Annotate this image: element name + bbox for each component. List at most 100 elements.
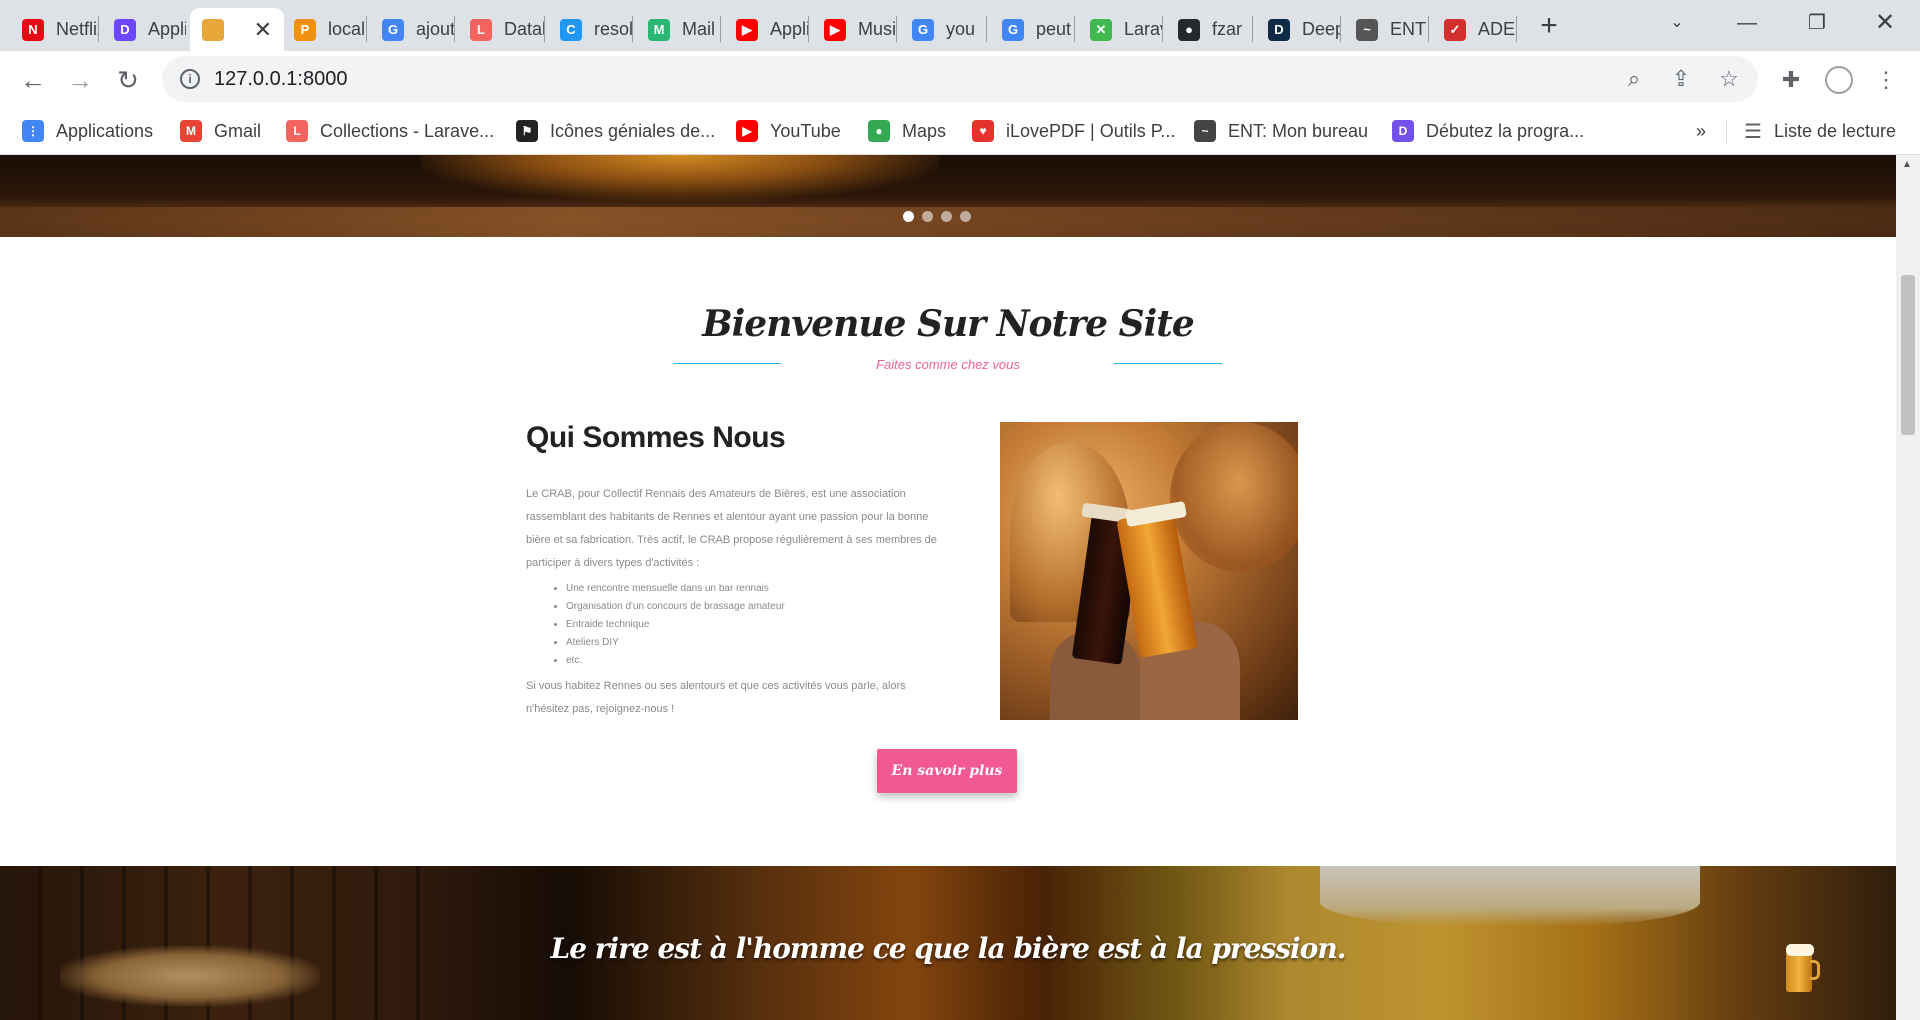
bookmark-item[interactable]: M Gmail bbox=[180, 117, 261, 145]
tab[interactable]: ● fzar bbox=[1166, 8, 1252, 51]
laravel-icon: L bbox=[286, 120, 308, 142]
site-info-icon[interactable]: i bbox=[180, 69, 200, 89]
list-item: Organisation d'un concours de brassage a… bbox=[566, 598, 946, 616]
tab-search-icon[interactable]: ⌄ bbox=[1654, 6, 1700, 40]
profile-avatar[interactable] bbox=[1822, 63, 1856, 97]
welcome-subtitle: Faites comme chez vous bbox=[876, 357, 1020, 372]
forward-icon[interactable]: → bbox=[63, 63, 97, 97]
about-text: Le CRAB, pour Collectif Rennais des Amat… bbox=[526, 488, 937, 569]
bookmark-item[interactable]: ⚑ Icônes géniales de... bbox=[516, 117, 715, 145]
reading-list-button[interactable]: ☰ Liste de lecture bbox=[1744, 117, 1896, 145]
tab-strip: NNetflix D Applications ✕ PlocalhostGajouter… bbox=[0, 0, 1920, 51]
more-info-button[interactable]: En savoir plus bbox=[877, 749, 1017, 793]
back-icon[interactable]: ← bbox=[16, 63, 50, 97]
google-icon: G bbox=[1002, 18, 1024, 41]
tab-label: Music bbox=[858, 19, 896, 39]
bookmark-item[interactable]: ▶ YouTube bbox=[736, 117, 841, 145]
bookmarks-bar: ⋮ Applications M Gmail L Collections - Larave… bbox=[0, 108, 1920, 155]
extensions-icon[interactable]: ✚ bbox=[1774, 63, 1808, 97]
openclassrooms-icon: D bbox=[1392, 120, 1414, 142]
youtube-icon: ▶ bbox=[736, 18, 758, 41]
bookmark-item[interactable]: ⋮ Applications bbox=[22, 117, 153, 145]
close-window-icon[interactable]: ✕ bbox=[1862, 6, 1908, 40]
bookmark-star-icon[interactable]: ☆ bbox=[1716, 66, 1742, 92]
tab[interactable]: ✕ Laravel bbox=[1078, 8, 1162, 51]
page-viewport: Bienvenue Sur Notre Site Faites comme ch… bbox=[0, 155, 1896, 1020]
tab[interactable]: D Deep bbox=[1256, 8, 1340, 51]
tab[interactable]: Gyou bbox=[900, 8, 986, 51]
youtube-icon: ▶ bbox=[824, 18, 846, 41]
tab[interactable]: M Mail bbox=[636, 8, 720, 51]
close-tab-icon[interactable]: ✕ bbox=[254, 17, 272, 43]
gmail-icon: M bbox=[180, 120, 202, 142]
bookmark-item[interactable]: D Débutez la progra... bbox=[1392, 117, 1584, 145]
bookmark-item[interactable]: ● Maps bbox=[868, 117, 946, 145]
activities-list: Une rencontre mensuelle dans un bar renn… bbox=[526, 580, 946, 670]
zoom-icon[interactable]: ⌕ bbox=[1621, 66, 1647, 92]
tab[interactable]: Plocalhost bbox=[282, 8, 366, 51]
bookmark-label: Gmail bbox=[214, 120, 262, 141]
tab-label: Deep bbox=[1302, 19, 1340, 39]
slider-dot[interactable] bbox=[922, 211, 933, 222]
tab-label: ADE bbox=[1478, 19, 1516, 39]
apps-grid-icon: ⋮ bbox=[22, 120, 44, 142]
slider-dot[interactable] bbox=[960, 211, 971, 222]
address-bar[interactable]: i 127.0.0.1:8000 ⌕ ⇪ ☆ bbox=[162, 56, 1758, 102]
tab[interactable]: L Database bbox=[458, 8, 544, 51]
beer-tab-icon bbox=[202, 18, 224, 41]
browser-toolbar: ← → ↻ i 127.0.0.1:8000 ⌕ ⇪ ☆ ✚ ⋮ bbox=[0, 51, 1920, 108]
ilovepdf-icon: ♥ bbox=[972, 120, 994, 142]
tab-label: Applications bbox=[770, 19, 808, 39]
tab-label: resolve bbox=[594, 19, 632, 39]
bookmark-label: YouTube bbox=[770, 120, 841, 141]
github-icon: ● bbox=[1178, 18, 1200, 41]
ade-icon: ✓ bbox=[1444, 18, 1466, 41]
welcome-title: Bienvenue Sur Notre Site bbox=[702, 303, 1195, 345]
minimize-icon[interactable]: — bbox=[1724, 6, 1770, 40]
bookmark-label: Applications bbox=[56, 120, 154, 141]
phpmyadmin-icon: P bbox=[294, 18, 316, 41]
tab[interactable]: Gajouter bbox=[370, 8, 454, 51]
url-text[interactable]: 127.0.0.1:8000 bbox=[214, 68, 347, 91]
tab-label: Applications bbox=[148, 19, 186, 39]
tab[interactable]: ~ ENT bbox=[1344, 8, 1428, 51]
bookmark-item[interactable]: ~ ENT: Mon bureau bbox=[1194, 117, 1368, 145]
tab[interactable]: Gpeut bbox=[990, 8, 1074, 51]
tab-label: Database bbox=[504, 19, 544, 39]
tab[interactable]: ▶ Applications bbox=[724, 8, 808, 51]
new-tab-button[interactable]: + bbox=[1532, 10, 1566, 44]
maps-icon: ● bbox=[868, 120, 890, 142]
tab-label: localhost bbox=[328, 19, 366, 39]
bookmark-label: ENT: Mon bureau bbox=[1228, 120, 1369, 141]
share-icon[interactable]: ⇪ bbox=[1668, 66, 1694, 92]
tab[interactable]: ▶ Music bbox=[812, 8, 896, 51]
bookmark-item[interactable]: ♥ iLovePDF | Outils P... bbox=[972, 117, 1175, 145]
restore-icon[interactable]: ❐ bbox=[1794, 6, 1840, 40]
slider-dot[interactable] bbox=[941, 211, 952, 222]
list-item: etc. bbox=[566, 652, 946, 670]
scroll-thumb[interactable] bbox=[1901, 275, 1915, 435]
beer-toast-photo bbox=[1000, 422, 1298, 720]
tab[interactable]: D Applications bbox=[102, 8, 186, 51]
tab[interactable]: ✕ bbox=[190, 8, 284, 51]
laravel-icon: L bbox=[470, 18, 492, 41]
tab[interactable]: N Netflix bbox=[10, 8, 98, 51]
bookmark-label: Débutez la progra... bbox=[1426, 120, 1585, 141]
c-icon: C bbox=[560, 18, 582, 41]
app-icon: D bbox=[114, 18, 136, 41]
laravel-cross-icon: ✕ bbox=[1090, 18, 1112, 41]
bookmark-item[interactable]: L Collections - Larave... bbox=[286, 117, 494, 145]
bookmark-label: iLovePDF | Outils P... bbox=[1006, 120, 1176, 141]
tab-label: Laravel bbox=[1124, 19, 1162, 39]
deepl-icon: D bbox=[1268, 18, 1290, 41]
menu-icon[interactable]: ⋮ bbox=[1869, 63, 1903, 97]
netflix-icon: N bbox=[22, 18, 44, 41]
reload-icon[interactable]: ↻ bbox=[111, 63, 145, 97]
page-scrollbar[interactable]: ▲ bbox=[1896, 155, 1920, 1020]
more-bookmarks-button[interactable]: » bbox=[1696, 117, 1706, 145]
tab[interactable]: ✓ ADE bbox=[1432, 8, 1516, 51]
tab[interactable]: Cresolve bbox=[548, 8, 632, 51]
beer-mug-icon[interactable] bbox=[1786, 944, 1820, 992]
scroll-up-arrow[interactable]: ▲ bbox=[1902, 159, 1912, 170]
slider-dot[interactable] bbox=[903, 211, 914, 222]
